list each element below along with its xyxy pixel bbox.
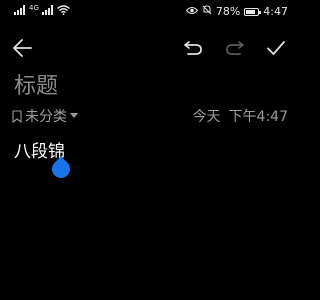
redo-icon [226, 41, 244, 55]
undo-icon [184, 41, 202, 55]
category-label: 未分类 [25, 109, 67, 125]
checkmark-icon [267, 41, 285, 55]
network-type-label: 4G [29, 4, 39, 12]
undo-button[interactable] [181, 36, 205, 60]
clock-time: 4:47 [263, 5, 288, 18]
battery-fill [246, 9, 255, 14]
cell-signal-icon [41, 5, 54, 18]
status-left-icons: 4G [14, 5, 70, 18]
battery-icon [244, 7, 262, 16]
arrow-left-icon [13, 39, 32, 57]
chevron-down-icon [70, 113, 78, 118]
note-title-input[interactable]: 标题 [14, 72, 58, 102]
battery-percent: 78% [215, 5, 241, 18]
done-button[interactable] [264, 36, 288, 60]
back-button[interactable] [10, 36, 34, 60]
editor-toolbar [0, 34, 300, 62]
eye-comfort-icon [185, 5, 199, 18]
note-timestamp: 今天 下午4:47 [193, 106, 288, 126]
redo-button[interactable] [223, 36, 247, 60]
note-meta-row: 未分类 今天 下午4:47 [12, 106, 288, 126]
category-selector[interactable]: 未分类 [12, 106, 78, 126]
sim-signal-icon [14, 5, 26, 18]
status-bar: 4G 78% 4:47 [0, 0, 300, 24]
wifi-icon [56, 5, 70, 18]
timestamp-date: 今天 [192, 109, 221, 125]
bookmark-icon [12, 109, 22, 123]
note-editor-screen: 4G 78% 4:47 标题 未分类 今天 下午4:47 八段锦 [0, 0, 300, 300]
status-right-icons: 78% 4:47 [185, 5, 288, 18]
timestamp-time: 下午4:47 [228, 109, 288, 125]
mute-bell-icon [202, 5, 212, 18]
